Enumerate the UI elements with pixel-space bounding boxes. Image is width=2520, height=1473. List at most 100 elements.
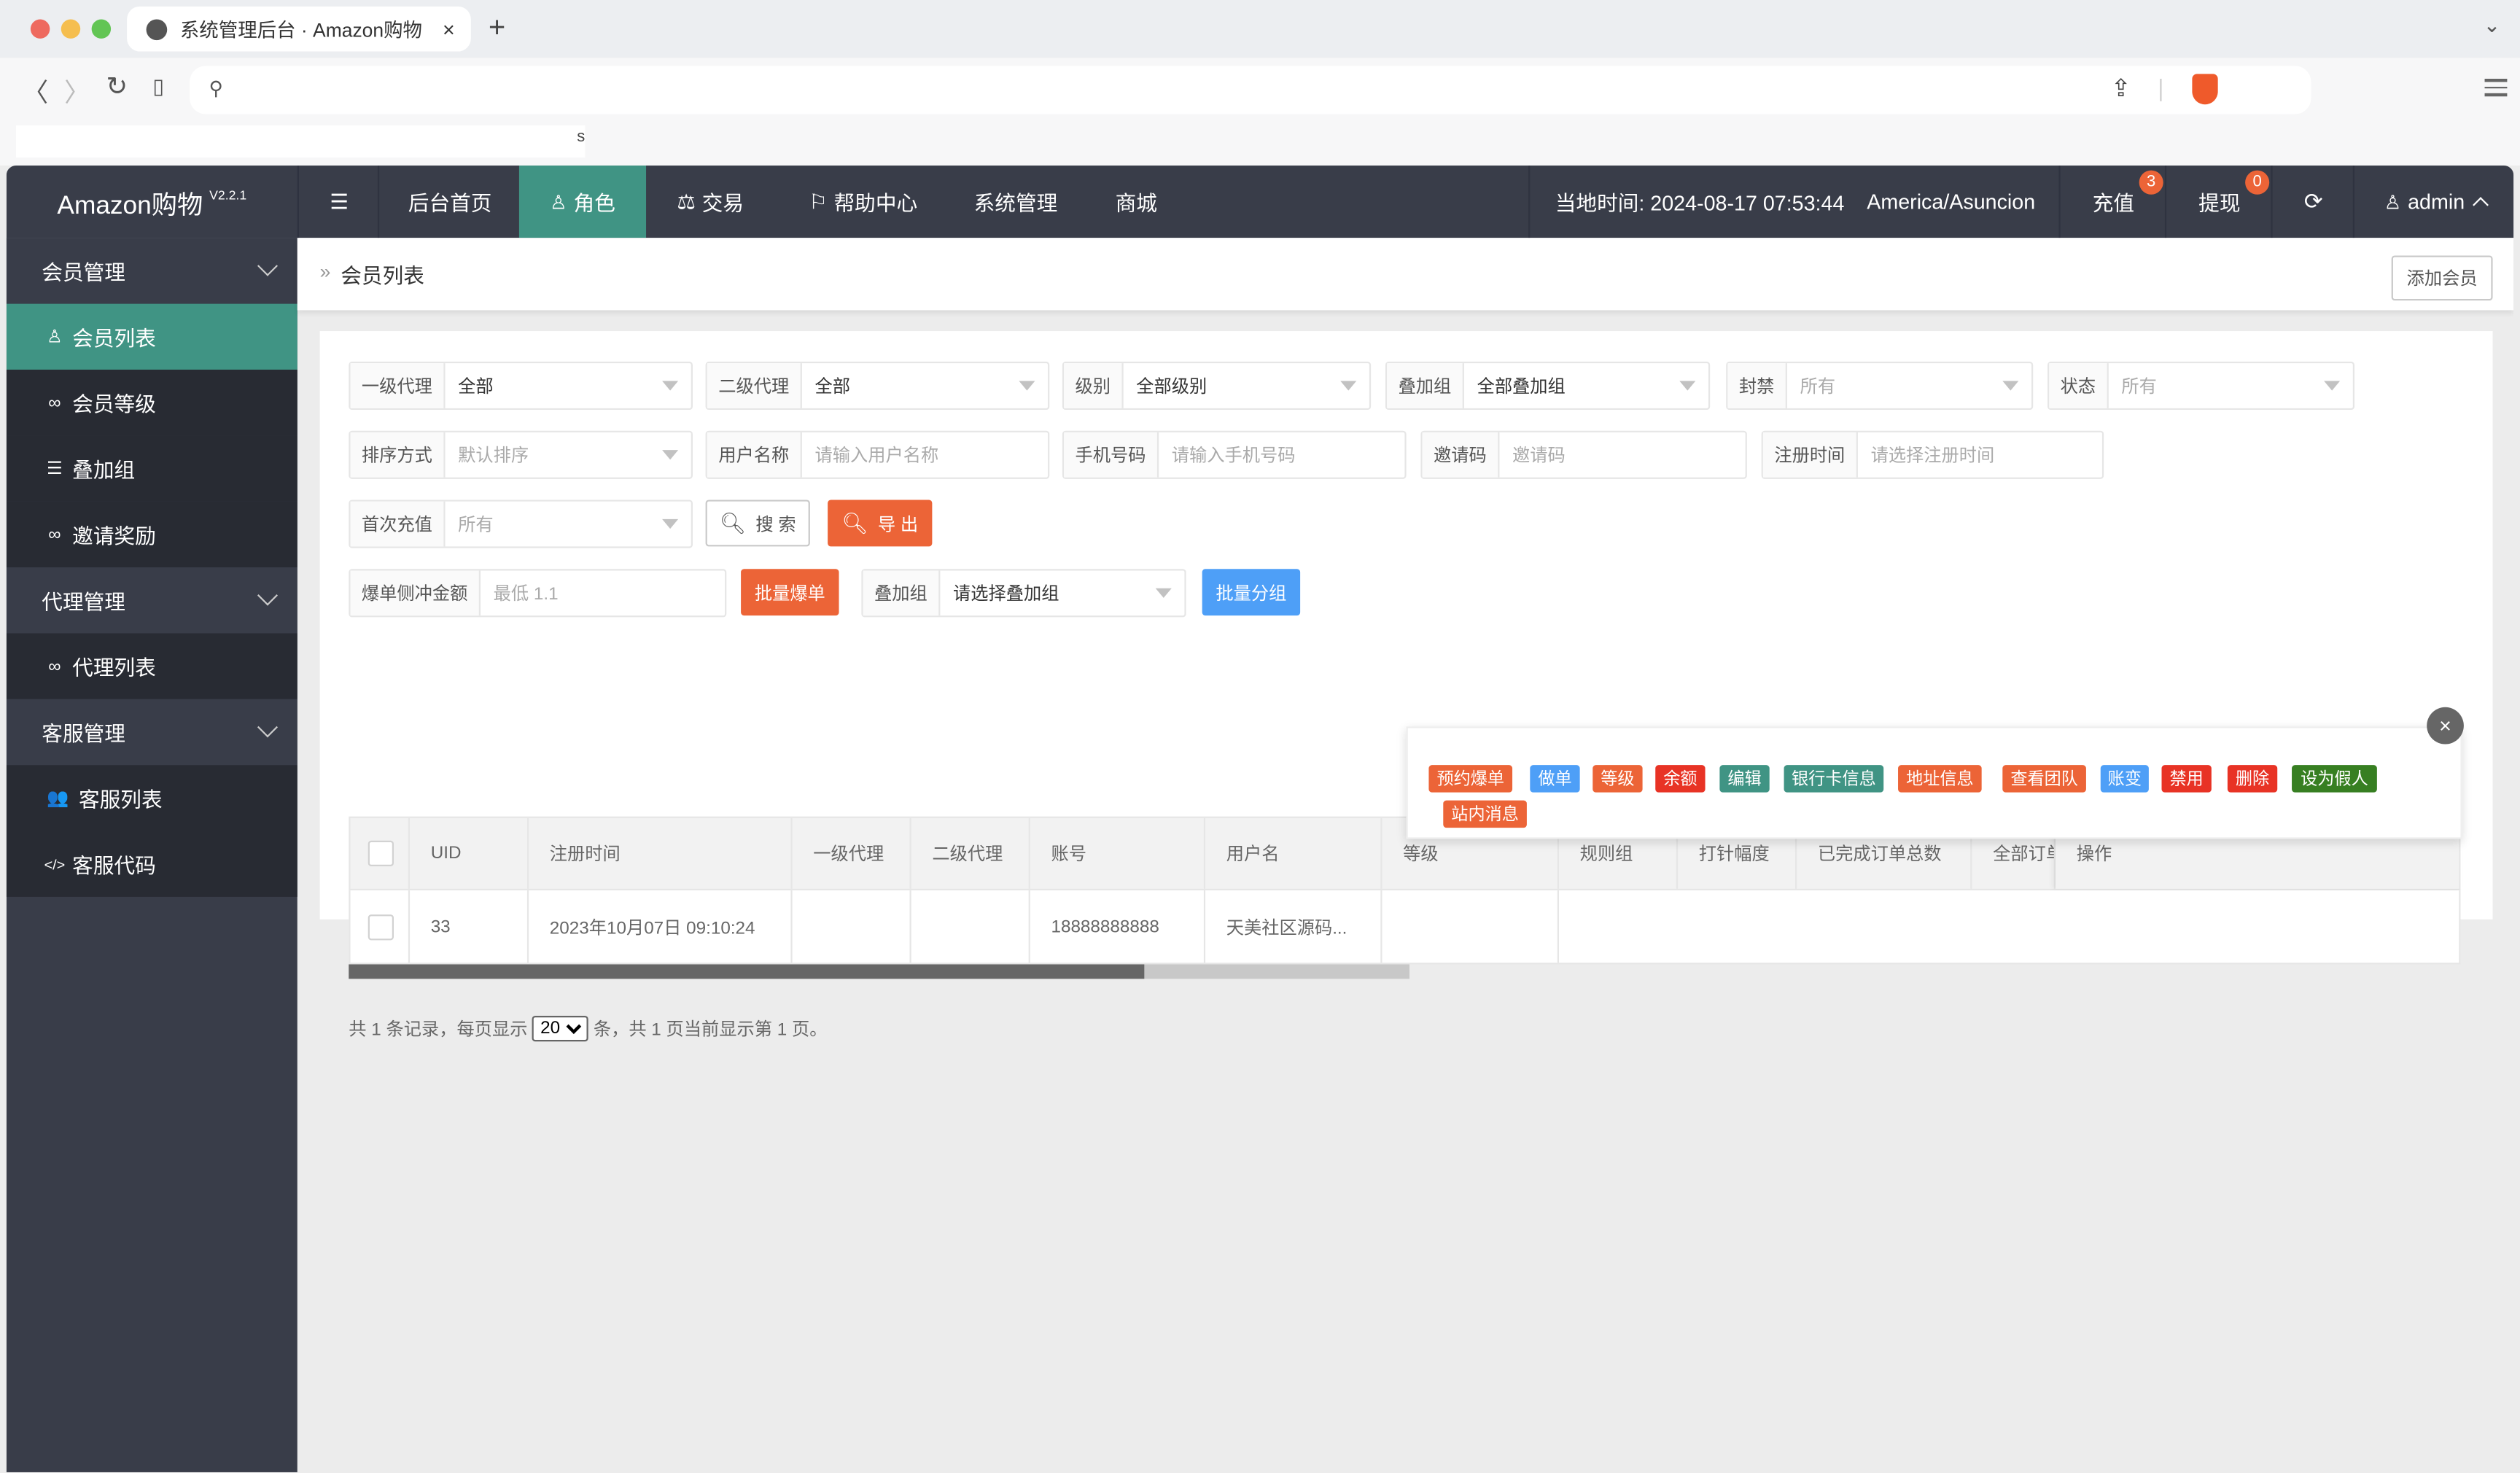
refresh-icon: ⟳: [2303, 187, 2323, 214]
recharge-button[interactable]: 充值 3: [2058, 166, 2166, 238]
action-button[interactable]: 预约爆单: [1428, 765, 1513, 793]
sidebar-item-member-level[interactable]: ∞ 会员等级: [6, 369, 298, 436]
sort-select[interactable]: 排序方式 默认排序: [349, 430, 693, 479]
browser-menu-icon[interactable]: [2484, 74, 2508, 100]
search-button[interactable]: 🔍︎ 搜 索: [705, 500, 810, 547]
horizontal-scrollbar[interactable]: [349, 964, 1409, 979]
field-label: 注册时间: [1762, 432, 1858, 478]
row-checkbox[interactable]: [368, 914, 394, 940]
user-menu[interactable]: ♙ admin: [2352, 166, 2513, 238]
group-label: 代理管理: [42, 589, 125, 614]
action-button[interactable]: 银行卡信息: [1784, 765, 1884, 793]
col-agent1[interactable]: 一级代理: [793, 817, 911, 889]
bookmarks-bar: s: [0, 122, 2520, 166]
tab-list-chevron-icon[interactable]: ⌄: [2484, 13, 2501, 39]
browser-toolbar: 〈 〉 ↻ ▯ ⚲ ⇪: [0, 58, 2520, 123]
bookmark-icon[interactable]: ▯: [152, 74, 164, 99]
action-button[interactable]: 禁用: [2161, 765, 2212, 793]
address-bar[interactable]: ⚲ ⇪: [190, 66, 2311, 114]
withdraw-button[interactable]: 提现 0: [2164, 166, 2273, 238]
app-version: V2.2.1: [209, 187, 247, 203]
sidebar-item-invite-reward[interactable]: ∞ 邀请奖励: [6, 501, 298, 568]
browser-tab[interactable]: 系统管理后台 · Amazon购物 ×: [127, 6, 471, 52]
field-label: 首次充值: [350, 501, 446, 547]
sidebar-group-member[interactable]: 会员管理: [6, 238, 298, 304]
minimize-window-button[interactable]: [61, 19, 81, 39]
reload-icon[interactable]: ↻: [106, 71, 128, 103]
row-select-cell: [350, 890, 411, 963]
col-agent2[interactable]: 二级代理: [911, 817, 1030, 889]
add-member-button[interactable]: 添加会员: [2391, 255, 2493, 301]
agent2-select[interactable]: 二级代理 全部: [705, 361, 1050, 411]
username-input[interactable]: 用户名称 请输入用户名称: [705, 430, 1050, 479]
level-select[interactable]: 级别 全部级别: [1062, 361, 1372, 411]
action-button[interactable]: 编辑: [1719, 765, 1770, 793]
user-icon: ♙: [47, 327, 63, 348]
nav-help-center[interactable]: ⚐ 帮助中心: [774, 166, 951, 238]
nav-mall[interactable]: 商城: [1080, 166, 1192, 238]
action-button[interactable]: 账变: [2100, 765, 2149, 793]
action-button[interactable]: 删除: [2227, 765, 2278, 793]
action-button[interactable]: 等级: [1592, 765, 1643, 793]
batch-burst-button[interactable]: 批量爆单: [741, 569, 839, 616]
action-button[interactable]: 查看团队: [2002, 765, 2086, 793]
export-button[interactable]: 🔍︎ 导 出: [828, 500, 933, 547]
nav-label: 系统管理: [973, 191, 1058, 216]
nav-dashboard[interactable]: 后台首页: [377, 166, 521, 238]
sidebar-item-overlay-group[interactable]: ☰ 叠加组: [6, 435, 298, 502]
close-window-button[interactable]: [30, 19, 50, 39]
phone-input[interactable]: 手机号码 请输入手机号码: [1062, 430, 1407, 479]
agent1-select[interactable]: 一级代理 全部: [349, 361, 693, 411]
sidebar-item-support-code[interactable]: </> 客服代码: [6, 831, 298, 897]
maximize-window-button[interactable]: [91, 19, 112, 39]
scrollbar-thumb[interactable]: [349, 964, 1145, 979]
site-settings-icon[interactable]: ⚲: [209, 77, 223, 100]
col-account[interactable]: 账号: [1030, 817, 1206, 889]
dropdown-arrow-icon: [1155, 588, 1172, 598]
col-username[interactable]: 用户名: [1205, 817, 1382, 889]
select-all-checkbox[interactable]: [368, 840, 394, 867]
status-select[interactable]: 状态 所有: [2048, 361, 2355, 411]
brave-shield-icon[interactable]: [2192, 74, 2218, 105]
batch-group-button[interactable]: 批量分组: [1202, 569, 1301, 616]
field-label: 排序方式: [350, 432, 446, 478]
nav-system[interactable]: 系统管理: [952, 166, 1080, 238]
share-icon[interactable]: ⇪: [2111, 74, 2131, 103]
field-label: 封禁: [1727, 363, 1787, 408]
sidebar-item-member-list[interactable]: ♙ 会员列表: [6, 303, 298, 370]
overlay-group-select[interactable]: 叠加组 全部叠加组: [1385, 361, 1711, 411]
ban-select[interactable]: 封禁 所有: [1726, 361, 2034, 411]
group-label: 会员管理: [42, 260, 125, 285]
action-button[interactable]: 站内消息: [1443, 800, 1527, 828]
forward-icon[interactable]: 〉: [64, 71, 90, 109]
action-button[interactable]: 做单: [1530, 765, 1580, 793]
table-row: 33 2023年10月07日 09:10:24 18888888888 天美社区…: [349, 890, 2461, 965]
action-button[interactable]: 地址信息: [1898, 765, 1982, 793]
action-button[interactable]: 设为假人: [2292, 765, 2377, 793]
menu-toggle-button[interactable]: ☰: [297, 166, 379, 238]
cell-agent2: [911, 890, 1030, 963]
batch-group-select[interactable]: 叠加组 请选择叠加组: [861, 569, 1186, 618]
register-time-input[interactable]: 注册时间 请选择注册时间: [1761, 430, 2104, 479]
nav-roles[interactable]: ♙ 角色: [518, 166, 647, 238]
popup-close-button[interactable]: ×: [2427, 707, 2464, 745]
invite-code-input[interactable]: 邀请码 邀请码: [1420, 430, 1747, 479]
sidebar-group-support[interactable]: 客服管理: [6, 699, 298, 766]
dropdown-arrow-icon: [662, 381, 679, 391]
sidebar-item-agent-list[interactable]: ∞ 代理列表: [6, 633, 298, 699]
col-uid[interactable]: UID: [410, 817, 529, 889]
page-size-select[interactable]: 20: [532, 1015, 589, 1042]
tab-close-icon[interactable]: ×: [443, 17, 455, 41]
field-label: 叠加组: [863, 570, 941, 616]
action-button[interactable]: 余额: [1655, 765, 1706, 793]
new-tab-button[interactable]: +: [489, 11, 505, 44]
username: admin: [2408, 190, 2465, 214]
col-reg-time[interactable]: 注册时间: [529, 817, 793, 889]
nav-trade[interactable]: ⚖ 交易: [646, 166, 774, 238]
refresh-button[interactable]: ⟳: [2271, 166, 2354, 238]
sidebar-item-support-list[interactable]: 👥 客服列表: [6, 765, 298, 831]
burst-amount-input[interactable]: 爆单侧冲金额 最低 1.1: [349, 569, 727, 618]
sidebar-group-agent[interactable]: 代理管理: [6, 567, 298, 634]
back-icon[interactable]: 〈: [23, 71, 48, 109]
first-recharge-select[interactable]: 首次充值 所有: [349, 500, 693, 548]
